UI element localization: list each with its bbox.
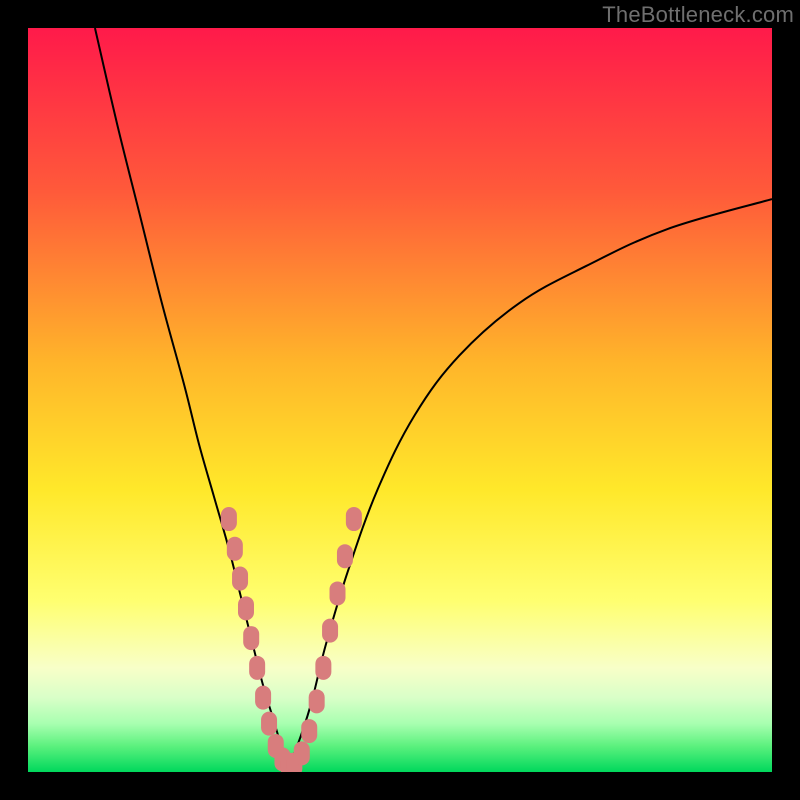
curve-marker	[294, 741, 310, 765]
curve-marker	[322, 619, 338, 643]
curve-marker	[232, 567, 248, 591]
curve-marker	[238, 596, 254, 620]
gradient-background	[28, 28, 772, 772]
curve-marker	[330, 581, 346, 605]
curve-marker	[255, 686, 271, 710]
curve-marker	[309, 689, 325, 713]
curve-marker	[261, 712, 277, 736]
chart-container: TheBottleneck.com	[0, 0, 800, 800]
curve-marker	[301, 719, 317, 743]
plot-area	[28, 28, 772, 772]
attribution-label: TheBottleneck.com	[602, 2, 794, 28]
curve-marker	[346, 507, 362, 531]
curve-marker	[315, 656, 331, 680]
curve-marker	[221, 507, 237, 531]
curve-marker	[337, 544, 353, 568]
bottleneck-curve-chart	[28, 28, 772, 772]
curve-marker	[243, 626, 259, 650]
curve-marker	[227, 537, 243, 561]
curve-marker	[249, 656, 265, 680]
